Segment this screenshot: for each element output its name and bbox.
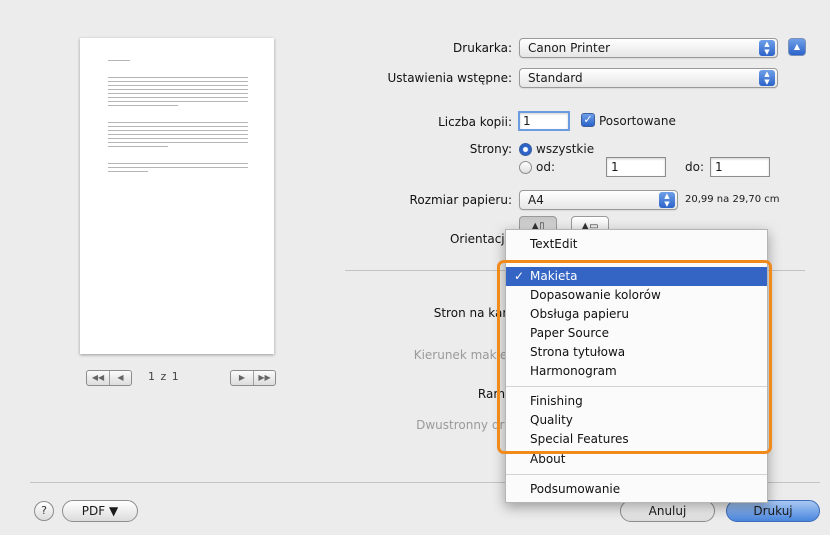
pages-all-label: wszystkie [536,142,595,156]
pages-all-radio[interactable] [519,143,532,156]
paper-size-label: Rozmiar papieru: [409,193,512,207]
printer-popup[interactable]: Canon Printer ▲ ▼ [519,38,778,58]
orientation-label: Orientacja [449,232,512,246]
paper-dimensions: 20,99 na 29,70 cm [685,194,780,205]
print-button[interactable]: Drukuj [726,500,820,522]
menu-item-textedit[interactable]: TextEdit [506,235,767,254]
menu-separator [506,474,767,475]
help-button[interactable]: ? [34,501,54,521]
presets-value: Standard [528,71,583,85]
presets-popup[interactable]: Standard ▲ ▼ [519,68,778,88]
pdf-button[interactable]: PDF ▼ [62,500,138,522]
paper-size-value: A4 [528,193,544,207]
popup-arrows-icon: ▲ ▼ [659,192,675,208]
copies-label: Liczba kopii: [438,115,512,129]
last-page-button[interactable]: ▶▶ [253,371,275,385]
next-page-button[interactable]: ▶ [231,371,253,385]
popup-arrows-icon: ▲ ▼ [759,70,775,86]
printer-value: Canon Printer [528,41,611,55]
page-counter: 1 z 1 [148,370,180,383]
pages-to-field[interactable]: 1 [710,157,770,177]
preview-nav-forward-group: ▶ ▶▶ [230,370,276,386]
preview-text-content [108,60,248,175]
first-page-button[interactable]: ◀◀ [87,371,109,385]
preview-nav-back-group: ◀◀ ◀ [86,370,132,386]
highlight-annotation-box [497,260,772,454]
pages-from-label: od: [536,160,556,174]
paper-size-popup[interactable]: A4 ▲ ▼ [519,190,678,210]
printer-label: Drukarka: [453,41,512,55]
cancel-button[interactable]: Anuluj [620,500,715,522]
page-preview [80,38,274,354]
disclosure-button[interactable]: ▲ [788,38,806,56]
previous-page-button[interactable]: ◀ [109,371,131,385]
presets-label: Ustawienia wstępne: [387,71,512,85]
popup-arrows-icon: ▲ ▼ [759,40,775,56]
pages-to-label: do: [685,160,705,174]
menu-item-summary[interactable]: Podsumowanie [506,480,767,499]
pages-range-radio[interactable] [519,161,532,174]
pages-from-field[interactable]: 1 [606,157,666,177]
collated-label: Posortowane [599,114,676,128]
collated-checkbox[interactable]: ✓ [581,113,595,127]
pages-label: Strony: [469,142,512,156]
copies-field[interactable]: 1 [518,111,570,131]
